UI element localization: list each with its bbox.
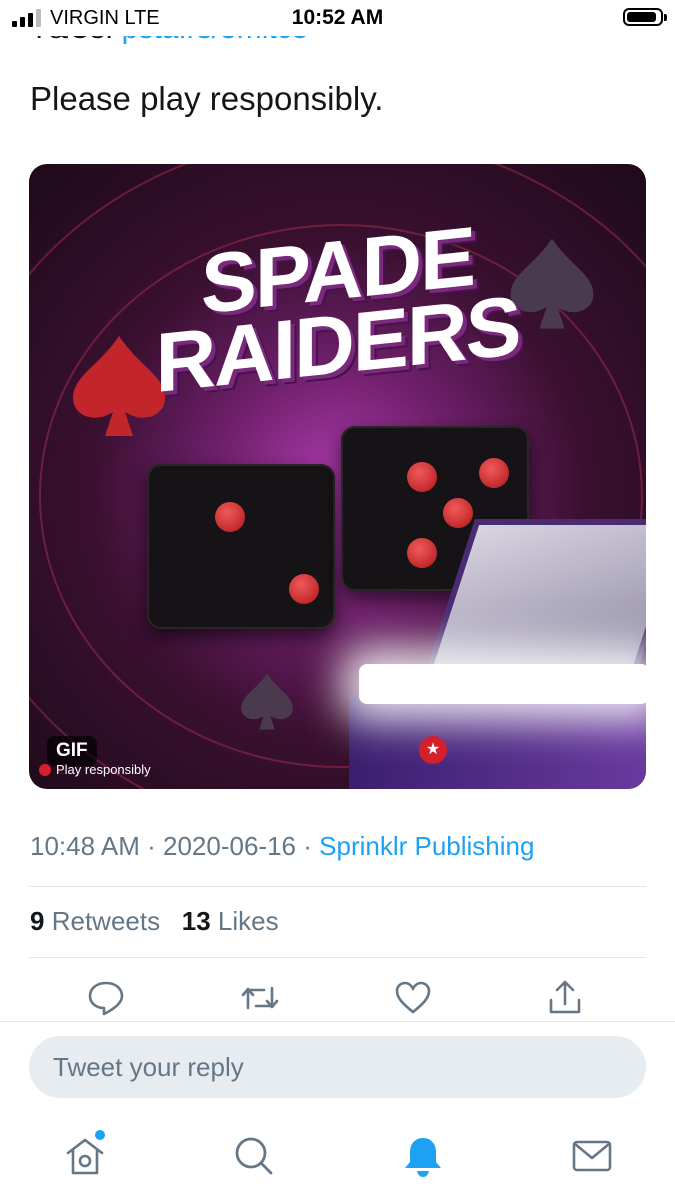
die-pip <box>407 462 437 492</box>
die-left <box>147 464 335 629</box>
status-bar: VIRGIN LTE 10:52 AM <box>0 0 675 36</box>
bottom-tab-bar <box>0 1120 675 1200</box>
die-pip <box>407 538 437 568</box>
likes-label: Likes <box>217 906 279 936</box>
battery-level-fill <box>627 12 656 22</box>
retweet-icon[interactable] <box>240 978 280 1018</box>
home-notification-dot <box>95 1130 105 1140</box>
die-pip <box>443 498 473 528</box>
meta-separator: · <box>147 831 156 861</box>
die-pip <box>215 502 245 532</box>
play-responsibly-caption: Play responsibly <box>39 762 151 777</box>
tweet-stats: 9 Retweets 13 Likes <box>30 906 279 937</box>
meta-separator: · <box>303 831 312 861</box>
divider <box>29 886 646 887</box>
messages-icon[interactable] <box>570 1134 614 1178</box>
likes-stat[interactable]: 13 Likes <box>182 906 279 936</box>
retweets-label: Retweets <box>51 906 161 936</box>
small-spade-icon <box>241 673 293 730</box>
status-time: 10:52 AM <box>291 6 384 29</box>
tweet-text: Please play responsibly. <box>30 80 384 117</box>
retweets-stat[interactable]: 9 Retweets <box>30 906 160 936</box>
pokerstars-logo-icon: ★ <box>419 736 447 764</box>
notifications-icon[interactable] <box>401 1134 445 1178</box>
tweet-action-bar <box>0 978 675 1018</box>
retweets-count: 9 <box>30 906 45 936</box>
chest-body <box>349 694 646 789</box>
reply-box[interactable] <box>29 1036 646 1098</box>
likes-count: 13 <box>181 906 211 936</box>
like-icon[interactable] <box>393 978 433 1018</box>
reply-icon[interactable] <box>86 978 126 1018</box>
chest-glow <box>359 664 646 704</box>
tweet-meta: 10:48 AM · 2020-06-16 · Sprinklr Publish… <box>30 831 534 862</box>
share-icon[interactable] <box>545 978 585 1018</box>
reply-input[interactable] <box>29 1036 613 1098</box>
tweet-time: 10:48 AM <box>30 831 140 861</box>
battery-icon <box>623 8 667 26</box>
search-icon[interactable] <box>232 1134 276 1178</box>
die-pip <box>289 574 319 604</box>
divider <box>0 1021 675 1022</box>
die-pip <box>479 458 509 488</box>
home-icon[interactable] <box>63 1134 107 1178</box>
play-responsibly-text: Play responsibly <box>56 762 151 777</box>
tweet-media-gif[interactable]: SPADE RAIDERS ★ GIF Play responsibly <box>29 164 646 789</box>
divider <box>29 957 646 958</box>
tweet-date: 2020-06-16 <box>163 831 296 861</box>
pokerstars-mini-logo-icon <box>39 763 51 776</box>
tweet-source-link[interactable]: Sprinklr Publishing <box>319 831 534 861</box>
